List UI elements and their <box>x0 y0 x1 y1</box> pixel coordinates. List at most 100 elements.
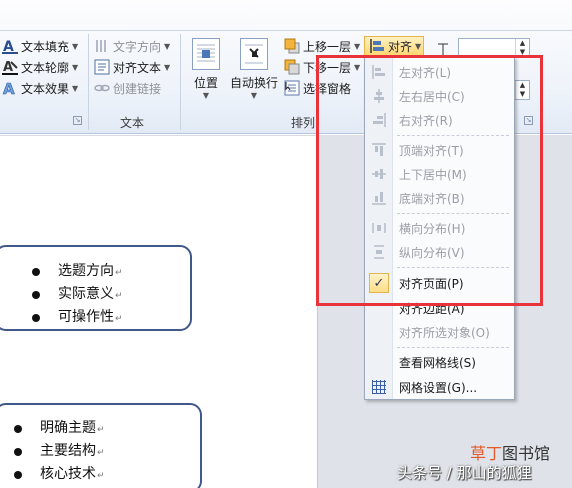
text-fill-label: 文本填充 <box>21 39 70 54</box>
page-edge <box>310 135 318 488</box>
chevron-down-icon: ▼ <box>354 62 361 72</box>
group-separator <box>88 34 89 130</box>
list-item: 明确主题↵ <box>12 417 200 440</box>
menu-item-label: 对齐边距(A) <box>399 301 465 316</box>
header-line <box>0 135 318 136</box>
menu-item-label: 左对齐(L) <box>399 65 452 80</box>
position-button[interactable]: 位置 ▼ <box>184 38 228 108</box>
chevron-down-icon: ▼ <box>72 83 79 93</box>
ribbon-top-divider <box>0 30 572 31</box>
menu-item-align-right[interactable]: 右对齐(R) <box>365 108 514 132</box>
menu-item-align-top[interactable]: 顶端对齐(T) <box>365 138 514 162</box>
menu-item-label: 网格设置(G)... <box>399 380 478 395</box>
bring-forward-icon <box>284 38 300 54</box>
selection-pane-icon <box>284 80 300 96</box>
paragraph-mark-icon: ↵ <box>115 291 123 301</box>
menu-separator <box>397 135 509 136</box>
menu-item-label: 底端对齐(B) <box>399 191 465 206</box>
list-item-text: 可操作性 <box>58 309 114 325</box>
spinner-arrows-icon[interactable]: ▲ ▼ <box>515 81 529 99</box>
grid-icon-cell <box>365 375 393 399</box>
menu-separator <box>397 213 509 214</box>
paragraph-mark-icon: ↵ <box>115 314 123 324</box>
chevron-down-icon: ▼ <box>202 91 210 100</box>
menu-item-align-center[interactable]: 左右居中(C) <box>365 84 514 108</box>
checkmark-cell: ✓ <box>365 271 393 295</box>
text-effects-icon: A <box>2 80 18 99</box>
group-separator <box>180 34 181 130</box>
create-link-label: 创建链接 <box>113 81 162 96</box>
wrap-text-icon <box>240 38 268 70</box>
menu-item-align-selected[interactable]: 对齐所选对象(O) <box>365 320 514 344</box>
list-item: 选题方向↵ <box>30 260 190 283</box>
distribute-horizontal-icon <box>365 216 393 240</box>
list-item: 核心技术↵ <box>12 463 200 486</box>
checkmark-icon: ✓ <box>369 273 389 293</box>
chevron-down-icon: ▼ <box>415 41 422 51</box>
bring-forward-button[interactable]: 上移一层 ▼ <box>284 36 360 56</box>
group-launcher-icon[interactable]: ↘ <box>73 116 82 125</box>
menu-item-align-bottom[interactable]: 底端对齐(B) <box>365 186 514 210</box>
selection-pane-button[interactable]: 选择窗格 <box>284 78 351 98</box>
text-box-1[interactable]: 选题方向↵ 实际意义↵ 可操作性↵ <box>0 245 192 331</box>
list-item-text: 主要结构 <box>40 443 96 459</box>
align-icon <box>369 38 385 54</box>
create-link-button[interactable]: 创建链接 <box>94 78 161 98</box>
text-outline-button[interactable]: A 文本轮廓 ▼ <box>2 57 78 77</box>
watermark-brand-accent: 草丁 <box>470 444 503 463</box>
chevron-down-icon: ▼ <box>164 41 171 51</box>
arrange-group-label: 排列 <box>291 116 316 130</box>
text-fill-button[interactable]: A 文本填充 ▼ <box>2 36 78 56</box>
menu-separator <box>397 267 509 268</box>
bullet-list-2: 明确主题↵ 主要结构↵ 核心技术↵ <box>12 417 200 486</box>
list-item: 主要结构↵ <box>12 440 200 463</box>
text-effects-label: 文本效果 <box>21 81 70 96</box>
menu-item-align-to-page[interactable]: ✓ 对齐页面(P) <box>365 271 514 295</box>
menu-item-distribute-horizontal[interactable]: 横向分布(H) <box>365 216 514 240</box>
distribute-vertical-icon <box>365 240 393 264</box>
empty-icon-cell <box>365 320 393 344</box>
spinner-arrows-icon[interactable]: ▲ ▼ <box>515 39 529 57</box>
menu-item-grid-settings[interactable]: 网格设置(G)... <box>365 375 514 399</box>
text-outline-icon: A <box>2 59 18 75</box>
wrap-text-button[interactable]: 自动换行 ▼ <box>228 38 280 108</box>
link-icon <box>94 80 110 96</box>
text-box-2[interactable]: 明确主题↵ 主要结构↵ 核心技术↵ <box>0 403 202 488</box>
svg-text:A: A <box>3 39 14 54</box>
send-backward-button[interactable]: 下移一层 ▼ <box>284 57 360 77</box>
text-direction-label: 文字方向 <box>113 39 162 54</box>
send-backward-icon <box>284 59 300 75</box>
selection-pane-label: 选择窗格 <box>303 81 352 96</box>
align-middle-icon <box>365 162 393 186</box>
menu-item-label: 左右居中(C) <box>399 89 465 104</box>
menu-item-view-gridlines[interactable]: 查看网格线(S) <box>365 350 514 374</box>
bring-forward-label: 上移一层 <box>303 39 352 54</box>
size-launcher-icon[interactable]: ↘ <box>524 116 533 125</box>
shape-height-spinner[interactable]: ▲ ▼ <box>458 38 530 58</box>
menu-item-align-left[interactable]: 左对齐(L) <box>365 60 514 84</box>
menu-item-align-middle[interactable]: 上下居中(M) <box>365 162 514 186</box>
menu-item-distribute-vertical[interactable]: 纵向分布(V) <box>365 240 514 264</box>
align-text-icon <box>94 59 110 75</box>
align-text-button[interactable]: 对齐文本 ▼ <box>94 57 170 77</box>
menu-item-label: 右对齐(R) <box>399 113 453 128</box>
list-item: 可操作性↵ <box>30 306 190 329</box>
text-direction-button[interactable]: 文字方向 ▼ <box>94 36 170 56</box>
empty-icon-cell <box>365 296 393 320</box>
menu-item-label: 上下居中(M) <box>399 167 467 182</box>
paragraph-mark-icon: ↵ <box>97 471 105 481</box>
menu-item-label: 对齐页面(P) <box>399 276 464 291</box>
chevron-down-icon: ▼ <box>250 91 258 100</box>
list-item-text: 核心技术 <box>40 466 96 482</box>
watermark-brand: 草丁图书馆 <box>470 440 550 464</box>
text-outline-label: 文本轮廓 <box>21 60 70 75</box>
menu-item-align-to-margin[interactable]: 对齐边距(A) <box>365 296 514 320</box>
align-left-icon <box>365 60 393 84</box>
align-button[interactable]: 对齐 ▼ <box>364 36 424 56</box>
text-direction-icon <box>94 38 110 54</box>
paragraph-mark-icon: ↵ <box>115 268 123 278</box>
bullet-list-1: 选题方向↵ 实际意义↵ 可操作性↵ <box>30 260 190 329</box>
text-effects-button[interactable]: A 文本效果 ▼ <box>2 78 79 99</box>
position-label: 位置 <box>193 76 218 90</box>
watermark-brand-rest: 图书馆 <box>502 444 551 463</box>
